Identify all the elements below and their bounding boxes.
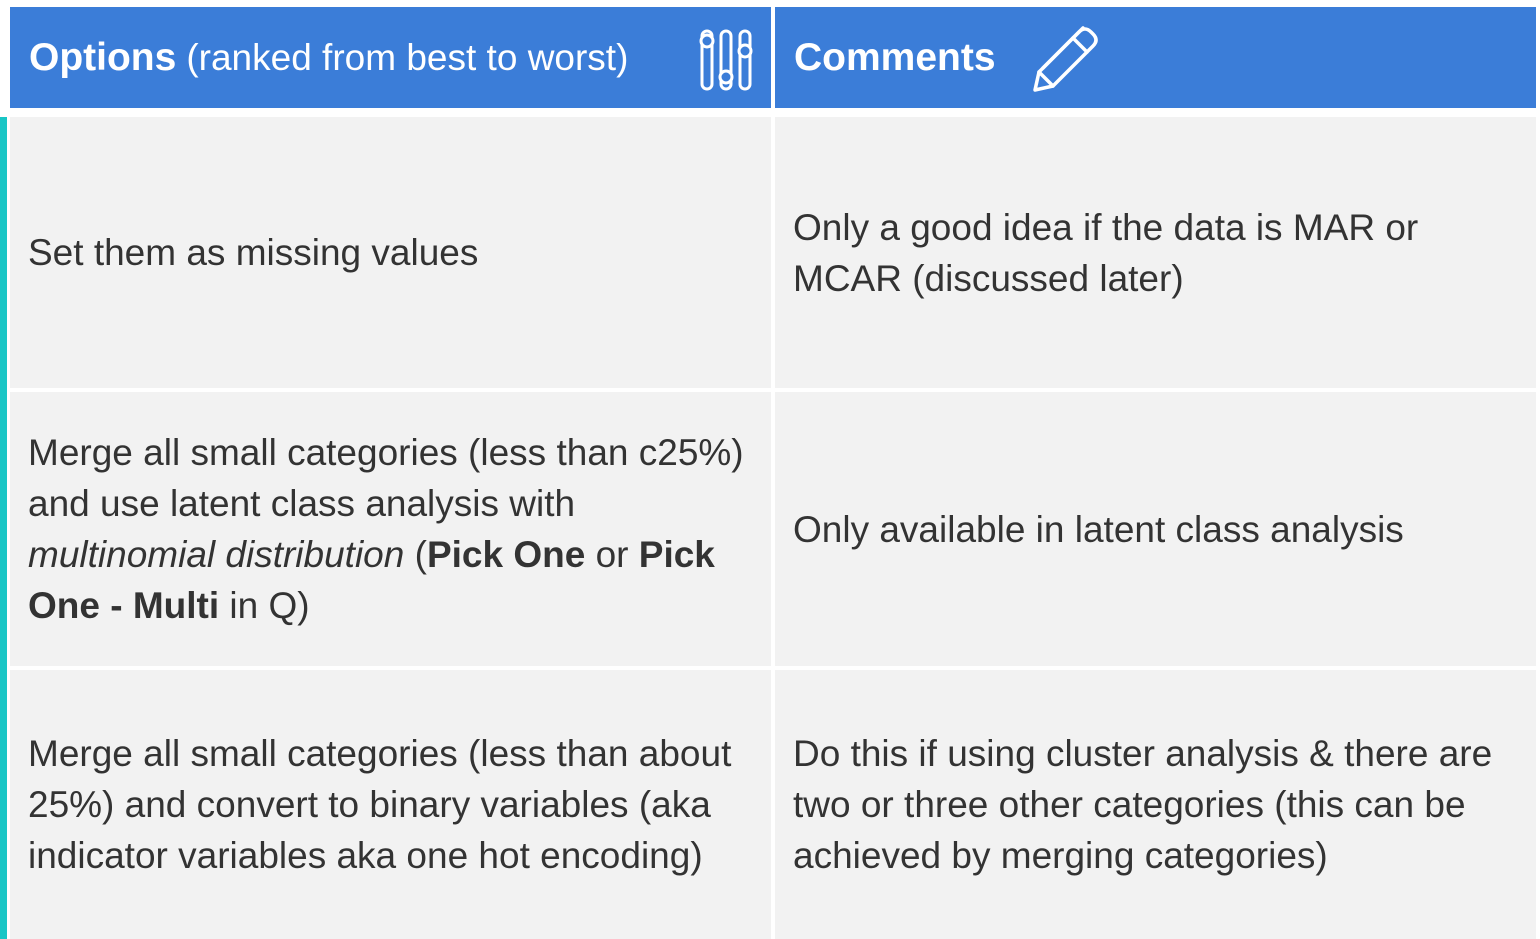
option-text-2-part2: (	[404, 534, 427, 575]
comments-header: Comments	[775, 7, 1536, 108]
accent-bar	[0, 117, 7, 939]
option-text-2-bold1: Pick One	[426, 534, 586, 575]
comment-cell-2: Only available in latent class analysis	[775, 392, 1536, 666]
comment-text-2: Only available in latent class analysis	[793, 508, 1404, 550]
option-text-1: Set them as missing values	[28, 232, 479, 273]
option-text-2-part1: Merge all small categories (less than c2…	[28, 432, 744, 524]
comment-cell-3: Do this if using cluster analysis & ther…	[775, 670, 1536, 939]
option-cell-1: Set them as missing values	[10, 117, 771, 388]
comment-text-3: Do this if using cluster analysis & ther…	[793, 733, 1493, 876]
options-header: Options (ranked from best to worst)	[10, 7, 771, 108]
comment-text-1: Only a good idea if the data is MAR or M…	[793, 206, 1419, 299]
option-text-2-italic: multinomial distribution	[28, 534, 405, 575]
option-text-2-part3: or	[585, 534, 639, 575]
pencil-icon	[1033, 26, 1098, 92]
options-subtitle: (ranked from best to worst)	[186, 36, 629, 78]
comment-cell-1: Only a good idea if the data is MAR or M…	[775, 117, 1536, 388]
option-cell-2: Merge all small categories (less than c2…	[10, 392, 771, 666]
options-title: Options	[29, 35, 177, 79]
comments-title: Comments	[794, 35, 996, 79]
option-text-3: Merge all small categories (less than ab…	[28, 733, 732, 876]
option-text-2-part4: in Q)	[219, 585, 310, 626]
sliders-icon	[699, 29, 753, 91]
option-cell-3: Merge all small categories (less than ab…	[10, 670, 771, 939]
option-text-2: Merge all small categories (less than c2…	[28, 427, 757, 631]
